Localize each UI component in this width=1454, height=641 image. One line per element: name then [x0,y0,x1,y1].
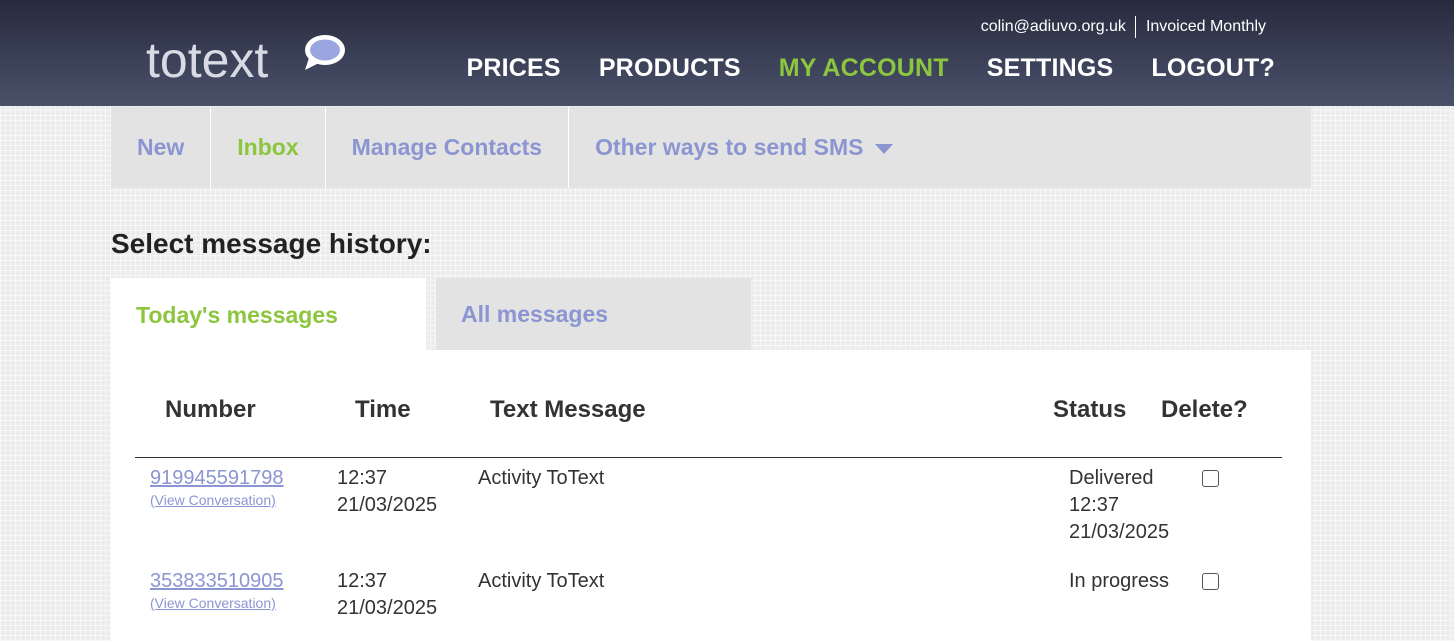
date-value: 21/03/2025 [337,494,438,516]
column-header-message: Text Message [490,396,646,423]
speech-bubble-icon [305,35,345,70]
delete-checkbox[interactable] [1202,470,1219,487]
phone-number-link[interactable]: 353833510905 [150,568,283,594]
time-value: 12:37 [337,570,388,592]
page-title: Select message history: [111,228,432,259]
subnav-new-label: New [137,134,185,160]
status-cell: In progress [1069,568,1169,595]
billing-type: Invoiced Monthly [1145,18,1266,35]
delete-checkbox[interactable] [1202,573,1219,590]
subnav-other-ways-label: Other ways to send SMS [595,134,864,160]
nav-prices[interactable]: PRICES [467,54,561,83]
sub-nav: New Inbox Manage Contacts Other ways to … [111,107,1311,188]
tab-all-messages-label: All messages [461,300,609,327]
column-header-status: Status [1053,396,1127,423]
nav-my-account[interactable]: MY ACCOUNT [779,54,949,83]
caret-down-icon [875,143,894,154]
time-value: 12:37 [337,467,388,489]
subnav-inbox-label: Inbox [237,134,299,160]
column-header-time: Time [355,396,411,423]
nav-logout[interactable]: LOGOUT? [1151,54,1275,83]
nav-settings[interactable]: SETTINGS [987,54,1114,83]
status-value: In progress [1069,570,1170,592]
message-table-panel: Number Time Text Message Status Delete? … [111,350,1311,641]
time-cell: 12:37 21/03/2025 [337,465,437,519]
date-value: 21/03/2025 [337,597,438,619]
tab-todays-messages-label: Today's messages [136,301,338,328]
main-nav: PRICES PRODUCTS MY ACCOUNT SETTINGS LOGO… [467,54,1275,83]
column-header-delete: Delete? [1161,396,1248,423]
view-conversation-link[interactable]: (View Conversation) [150,491,283,509]
message-cell: Activity ToText [478,570,605,592]
number-cell: 919945591798 (View Conversation) [150,465,283,509]
phone-number-link[interactable]: 919945591798 [150,465,283,491]
status-time: 12:37 [1069,494,1120,516]
user-email: colin@adiuvo.org.uk [981,16,1136,38]
status-cell: Delivered 12:37 21/03/2025 [1069,465,1169,546]
time-cell: 12:37 21/03/2025 [337,568,437,622]
subnav-new[interactable]: New [111,107,212,188]
site-header: totext colin@adiuvo.org.uk Invoiced Mont… [0,0,1454,106]
status-date: 21/03/2025 [1069,521,1170,543]
account-bar: colin@adiuvo.org.uk Invoiced Monthly [981,16,1266,38]
logo-text: totext [146,32,269,88]
subnav-manage-contacts-label: Manage Contacts [351,134,543,160]
tab-todays-messages[interactable]: Today's messages [111,278,426,352]
tab-all-messages[interactable]: All messages [436,278,751,350]
subnav-manage-contacts[interactable]: Manage Contacts [326,107,570,188]
view-conversation-link[interactable]: (View Conversation) [150,594,283,612]
number-cell: 353833510905 (View Conversation) [150,568,283,612]
subnav-other-ways-dropdown[interactable]: Other ways to send SMS [569,107,919,188]
table-header-divider [135,457,1282,458]
column-header-number: Number [165,396,256,423]
message-cell: Activity ToText [478,467,605,489]
status-value: Delivered [1069,467,1154,489]
subnav-inbox[interactable]: Inbox [211,107,326,188]
nav-products[interactable]: PRODUCTS [599,54,741,83]
